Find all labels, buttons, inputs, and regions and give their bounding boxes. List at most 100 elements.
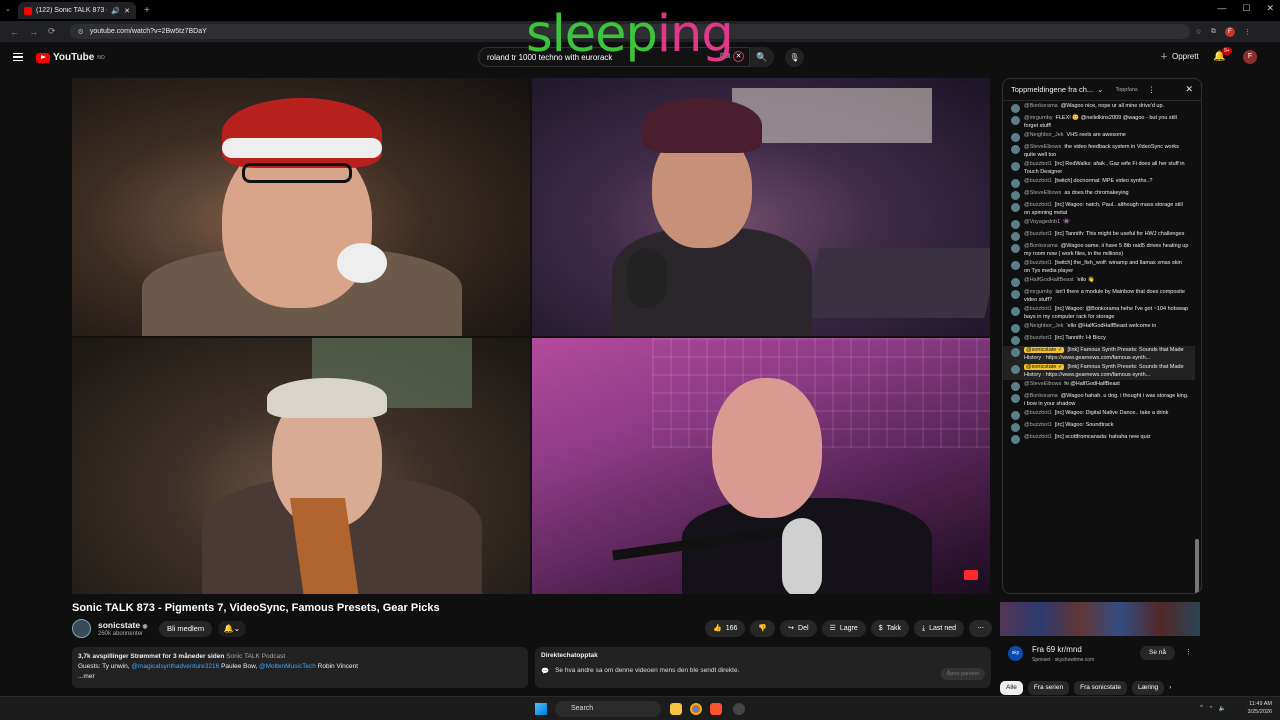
open-panel-button[interactable]: Åpne panelet: [940, 668, 985, 680]
chat-messages[interactable]: @Bonkorama @Wagoo nice, nope ur all mine …: [1003, 102, 1195, 592]
chat-message[interactable]: @Neighbor_Jek VHS reels are awesome: [1003, 131, 1195, 143]
brave-icon[interactable]: [710, 703, 722, 715]
site-info-icon[interactable]: ⚙: [78, 28, 84, 36]
chat-author[interactable]: @mrgumby: [1024, 289, 1053, 295]
save-button[interactable]: ☰ Lagre: [821, 620, 866, 637]
browser-profile-avatar[interactable]: F: [1224, 26, 1235, 37]
volume-icon[interactable]: 🔈: [1219, 705, 1226, 712]
channel-name[interactable]: sonicstate ◉: [98, 620, 148, 630]
hamburger-menu-icon[interactable]: [13, 53, 23, 61]
account-avatar[interactable]: F: [1243, 50, 1257, 64]
windows-start-icon[interactable]: [535, 703, 547, 715]
tray-chevron-icon[interactable]: ^: [1200, 705, 1203, 712]
chat-author[interactable]: @Neighbor_Jek: [1024, 132, 1064, 138]
description-box[interactable]: 3,7k avspillinger Strømmet for 3 måneder…: [72, 647, 528, 688]
chat-message[interactable]: @buzzbot1 [irc] Wagoo: natch, Paul.. alth…: [1003, 201, 1195, 218]
chat-message[interactable]: @Bonkorama @Wagoo same. ii have 5 8tb rai…: [1003, 242, 1195, 259]
chat-message[interactable]: @buzzbot1 [irc] scottfromcanada: hahaha n…: [1003, 433, 1195, 445]
chat-author[interactable]: @mrgumby: [1024, 115, 1053, 121]
ad-watch-button[interactable]: Se nå: [1140, 646, 1175, 660]
chat-author[interactable]: @SteveElbows: [1024, 144, 1061, 150]
extensions-icon[interactable]: ⧉: [1211, 28, 1216, 36]
clear-search-icon[interactable]: ✕: [733, 51, 744, 62]
app-icon[interactable]: [733, 703, 745, 715]
like-button[interactable]: 👍 166: [705, 620, 746, 637]
create-button[interactable]: ＋ Opprett: [1160, 51, 1199, 62]
filter-chip-all[interactable]: Alle: [1000, 681, 1023, 695]
chat-author[interactable]: @buzzbot1: [1024, 434, 1052, 440]
chat-message[interactable]: @buzzbot1 [irc] Wagoo: Digital Native Dan…: [1003, 409, 1195, 421]
new-tab-button[interactable]: +: [144, 5, 150, 16]
chat-author[interactable]: @sonicstate ✓: [1024, 364, 1065, 370]
chat-author[interactable]: @Neighbor_Jek: [1024, 323, 1064, 329]
chat-message[interactable]: @mrgumby isn't there a module by Mainbow …: [1003, 288, 1195, 305]
video-player[interactable]: [72, 78, 990, 594]
ad-more-icon[interactable]: ⋮: [1185, 648, 1192, 656]
chat-author[interactable]: @buzzbot1: [1024, 422, 1052, 428]
chat-message[interactable]: @Voyagednb1 👾: [1003, 218, 1195, 230]
chat-author[interactable]: @buzzbot1: [1024, 306, 1052, 312]
chat-message[interactable]: @sonicstate ✓ [link] Famous Synth Presets…: [1003, 346, 1195, 363]
tab-list-icon[interactable]: ⌄: [5, 5, 11, 13]
taskbar-search[interactable]: Search: [555, 701, 661, 717]
chat-thumbnail-strip[interactable]: [1000, 602, 1200, 636]
back-icon[interactable]: ←: [10, 27, 19, 37]
guest-link-2[interactable]: @MoltenMusicTech: [259, 663, 316, 670]
chat-message[interactable]: @Bonkorama @Wagoo hahah. u dog. i thought…: [1003, 392, 1195, 409]
chat-message[interactable]: @buzzbot1 [twitch] docnormal: MPE video s…: [1003, 177, 1195, 189]
more-actions-button[interactable]: ⋯: [969, 620, 992, 637]
forward-icon[interactable]: →: [29, 27, 38, 37]
chevron-right-icon[interactable]: ›: [1169, 681, 1171, 695]
voice-search-button[interactable]: 🎙: [785, 48, 804, 67]
youtube-logo[interactable]: YouTube NO: [36, 52, 105, 63]
chat-scrollbar[interactable]: [1195, 539, 1199, 593]
chat-message[interactable]: @buzzbot1 [irc] Tannith: Hi Biccy: [1003, 334, 1195, 346]
chat-author[interactable]: @buzzbot1: [1024, 231, 1052, 237]
maximize-icon[interactable]: ☐: [1242, 3, 1250, 14]
chat-message[interactable]: @SteveElbows hi @HalfGodHalfBeast: [1003, 380, 1195, 392]
chat-message[interactable]: @Bonkorama @Wagoo nice, nope ur all mine …: [1003, 102, 1195, 114]
subscribed-bell-button[interactable]: 🔔⌄: [218, 621, 246, 637]
chat-message[interactable]: @mrgumby FLEX! 🙂 @neilelkins2009 @wagoo -…: [1003, 114, 1195, 131]
chat-author[interactable]: @buzzbot1: [1024, 260, 1052, 266]
chat-author[interactable]: @HalfGodHalfBeast: [1024, 277, 1074, 283]
chrome-icon[interactable]: [690, 703, 702, 715]
chat-author[interactable]: @Bonkorama: [1024, 103, 1058, 109]
chevron-down-icon[interactable]: ⌄: [1097, 85, 1103, 94]
download-button[interactable]: ⤓ Last ned: [914, 620, 964, 637]
reload-icon[interactable]: ⟳: [48, 26, 56, 37]
chat-message[interactable]: @buzzbot1 [irc] RedWalks: afaik , Gaz wif…: [1003, 160, 1195, 177]
chat-author[interactable]: @buzzbot1: [1024, 335, 1052, 341]
sponsored-ad[interactable]: sky Fra 69 kr/mnd Sponset · skyshowtime.…: [1000, 640, 1200, 668]
chat-message[interactable]: @Neighbor_Jek'ello @HalfGodHalfBeast wel…: [1003, 322, 1195, 334]
chat-message[interactable]: @sonicstate ✓ [link] Famous Synth Presets…: [1003, 363, 1195, 380]
speaker-icon[interactable]: 🔊: [111, 7, 120, 15]
chat-mode-dropdown[interactable]: Toppmeldingene fra ch...: [1011, 85, 1093, 94]
chat-author[interactable]: @Voyagednb1: [1024, 219, 1060, 225]
chat-author[interactable]: @buzzbot1: [1024, 178, 1052, 184]
chat-message[interactable]: @buzzbot1 [irc] Wagoo: Soundtrack: [1003, 421, 1195, 433]
chat-more-icon[interactable]: ⋮: [1148, 85, 1156, 94]
chat-author[interactable]: @buzzbot1: [1024, 202, 1052, 208]
dislike-button[interactable]: 👎: [750, 620, 776, 637]
minimize-icon[interactable]: —: [1217, 3, 1226, 14]
chat-author[interactable]: @Bonkorama: [1024, 243, 1058, 249]
filter-chip-series[interactable]: Fra serien: [1027, 681, 1070, 695]
filter-chip-learning[interactable]: Læring: [1131, 681, 1165, 695]
chat-author[interactable]: @sonicstate ✓: [1024, 347, 1065, 353]
search-button[interactable]: 🔍: [750, 47, 774, 67]
guest-link-1[interactable]: @magicalsynthadventure3216: [131, 663, 219, 670]
chat-author[interactable]: @buzzbot1: [1024, 410, 1052, 416]
chat-author[interactable]: @Bonkorama: [1024, 393, 1058, 399]
browser-tab-active[interactable]: (122) Sonic TALK 873 - Pig 🔊 ✕: [18, 2, 136, 19]
chat-author[interactable]: @buzzbot1: [1024, 161, 1052, 167]
chat-message[interactable]: @HalfGodHalfBeast'ello 👋: [1003, 276, 1195, 288]
chat-author[interactable]: @SteveElbows: [1024, 190, 1061, 196]
chat-message[interactable]: @buzzbot1 [irc] Tannith: This might be us…: [1003, 230, 1195, 242]
chat-message[interactable]: @SteveElbows the video feedback system in…: [1003, 143, 1195, 160]
podcast-tag[interactable]: Sonic TALK Podcast: [226, 653, 285, 660]
thanks-button[interactable]: $ Takk: [870, 620, 910, 637]
filter-chip-channel[interactable]: Fra sonicstate: [1074, 681, 1127, 695]
tab-close-icon[interactable]: ✕: [124, 7, 130, 15]
wifi-icon[interactable]: ◔: [1209, 705, 1213, 712]
